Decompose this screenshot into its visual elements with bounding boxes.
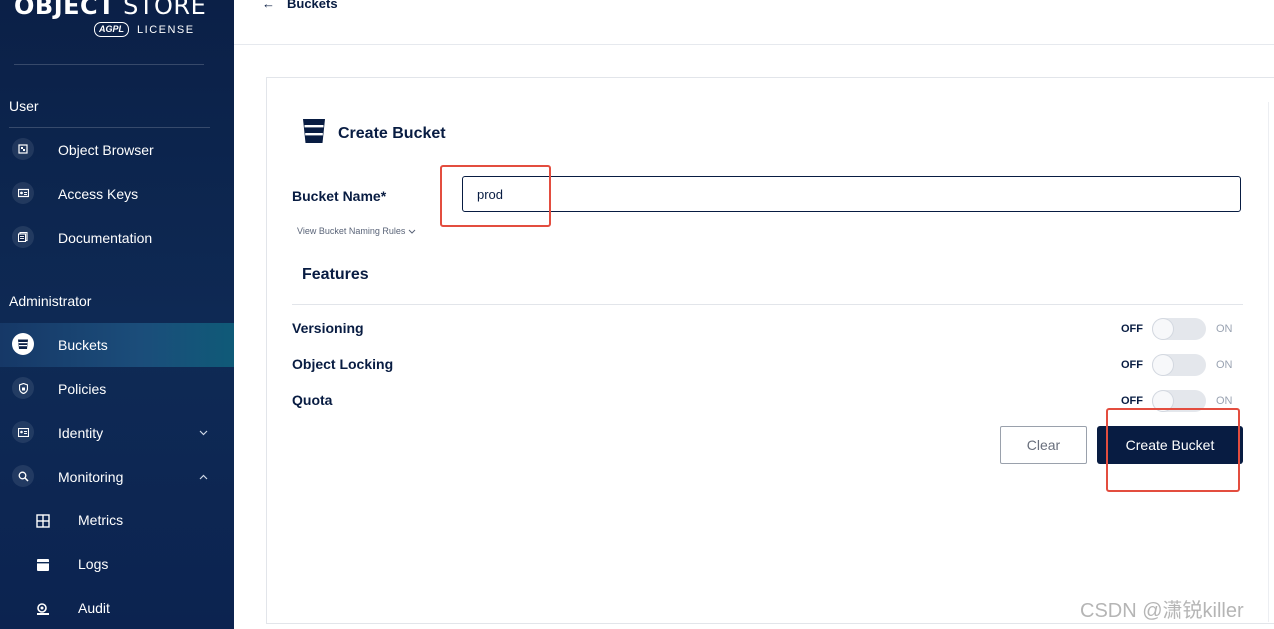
quota-toggle[interactable]: [1152, 390, 1206, 412]
feature-row-versioning: Versioning OFF ON: [292, 316, 1243, 340]
watermark: CSDN @潇锐killer: [1080, 600, 1244, 622]
chevron-down-icon: [408, 226, 416, 236]
bucket-icon: [302, 118, 326, 149]
sidebar-item-access-keys[interactable]: Access Keys: [0, 172, 234, 216]
shield-icon: [12, 377, 34, 399]
admin-section-label: Administrator: [9, 293, 92, 309]
sidebar-item-label: Buckets: [58, 337, 108, 353]
object-locking-toggle[interactable]: [1152, 354, 1206, 376]
versioning-toggle[interactable]: [1152, 318, 1206, 340]
bucket-name-input[interactable]: [462, 176, 1241, 212]
sidebar-item-label: Policies: [58, 381, 107, 397]
page-title: Create Bucket: [338, 124, 446, 142]
create-bucket-button[interactable]: Create Bucket: [1097, 426, 1243, 464]
toggle-knob: [1153, 391, 1173, 411]
toggle-on-label: ON: [1216, 323, 1233, 335]
sidebar-item-buckets[interactable]: Buckets: [0, 323, 234, 367]
logs-icon: [36, 558, 50, 572]
back-link-label: Buckets: [287, 0, 338, 11]
sidebar-item-policies[interactable]: Policies: [0, 367, 234, 411]
features-heading: Features: [302, 266, 369, 283]
bucket-name-label: Bucket Name*: [292, 188, 387, 204]
toggle-on-label: ON: [1216, 359, 1233, 371]
toggle-off-label: OFF: [1121, 395, 1143, 407]
toggle-knob: [1153, 319, 1173, 339]
naming-rules-link[interactable]: View Bucket Naming Rules: [297, 226, 416, 236]
back-arrow-icon: ←: [262, 0, 275, 11]
sidebar-item-identity[interactable]: Identity: [0, 411, 234, 455]
chevron-up-icon[interactable]: [199, 472, 208, 483]
create-bucket-card: [266, 77, 1274, 624]
sidebar-subitem-logs[interactable]: Logs: [0, 543, 234, 587]
sidebar-item-label: Audit: [78, 600, 110, 616]
audit-icon: [36, 602, 50, 616]
sidebar-item-label: Monitoring: [58, 469, 124, 485]
sidebar-subitem-metrics[interactable]: Metrics: [0, 499, 234, 543]
toggle-off-label: OFF: [1121, 359, 1143, 371]
card-scrollbar[interactable]: [1268, 102, 1274, 622]
logo-license: AGPL LICENSE: [94, 22, 195, 37]
toggle-knob: [1153, 355, 1173, 375]
features-divider: [292, 304, 1243, 305]
sidebar-subitem-audit[interactable]: Audit: [0, 587, 234, 629]
sidebar-item-label: Identity: [58, 425, 104, 441]
metrics-icon: [36, 514, 50, 528]
sidebar-item-object-browser[interactable]: Object Browser: [0, 128, 234, 172]
sidebar-item-label: Access Keys: [58, 186, 139, 202]
identity-icon: [12, 421, 34, 443]
license-text: LICENSE: [137, 23, 195, 36]
back-to-buckets-link[interactable]: ← Buckets: [262, 0, 338, 11]
feature-label: Quota: [292, 392, 333, 408]
sidebar-item-monitoring[interactable]: Monitoring: [0, 455, 234, 499]
sidebar-item-label: Logs: [78, 556, 109, 572]
sidebar-item-label: Object Browser: [58, 142, 154, 158]
access-keys-icon: [12, 182, 34, 204]
clear-button[interactable]: Clear: [1000, 426, 1087, 464]
sidebar-divider: [14, 64, 204, 65]
toggle-off-label: OFF: [1121, 323, 1143, 335]
form-title-row: Create Bucket: [302, 118, 446, 149]
sidebar-item-label: Metrics: [78, 512, 124, 528]
chevron-down-icon[interactable]: [199, 428, 208, 439]
naming-rules-label: View Bucket Naming Rules: [297, 226, 406, 236]
logo-title: OBJECT STORE: [14, 0, 206, 20]
documentation-icon: [12, 226, 34, 248]
logo-title-thin: STORE: [115, 0, 207, 20]
sidebar: OBJECT STORE AGPL LICENSE User Object Br…: [0, 0, 234, 629]
object-browser-icon: [12, 138, 34, 160]
agpl-badge: AGPL: [94, 22, 130, 37]
user-section-label: User: [9, 98, 39, 114]
monitoring-icon: [12, 465, 34, 487]
feature-label: Versioning: [292, 320, 364, 336]
sidebar-item-label: Documentation: [58, 230, 153, 246]
feature-row-object-locking: Object Locking OFF ON: [292, 352, 1243, 376]
toggle-on-label: ON: [1216, 395, 1233, 407]
bucket-icon: [12, 333, 34, 355]
feature-row-quota: Quota OFF ON: [292, 388, 1243, 412]
logo-title-bold: OBJECT: [14, 0, 116, 20]
top-bar: ← Buckets: [234, 0, 1274, 45]
feature-label: Object Locking: [292, 356, 394, 372]
sidebar-item-documentation[interactable]: Documentation: [0, 216, 234, 260]
